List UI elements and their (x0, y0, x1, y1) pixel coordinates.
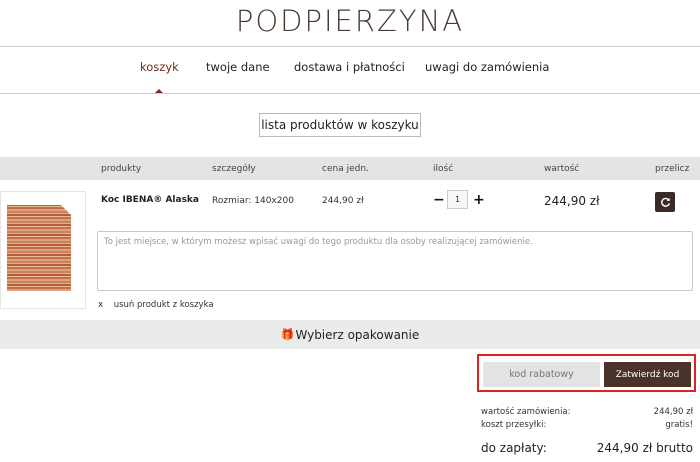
shipping-row: koszt przesyłki: gratis! (481, 420, 693, 432)
discount-code-box: Zatwierdź kod (477, 354, 696, 392)
remove-x-icon: x (98, 300, 104, 310)
total-row: do zapłaty: 244,90 zł brutto (481, 441, 693, 457)
column-header-details: szczegóły (212, 164, 256, 174)
step-your-data[interactable]: twoje dane (206, 60, 270, 74)
order-value-row: wartość zamówienia: 244,90 zł (481, 407, 693, 419)
column-header-value: wartość (544, 164, 580, 174)
cart-table-header: produkty szczegóły cena jedn. ilość wart… (0, 157, 700, 180)
discount-code-input[interactable] (483, 362, 600, 387)
product-image[interactable] (0, 191, 86, 309)
checkout-steps: koszyk twoje dane dostawa i płatności uw… (0, 60, 700, 80)
remove-product-label: usuń produkt z koszyka (113, 300, 214, 310)
blanket-image (7, 205, 71, 291)
step-order-notes[interactable]: uwagi do zamówienia (425, 60, 549, 74)
step-delivery-payment[interactable]: dostawa i płatności (294, 60, 405, 74)
column-header-unit-price: cena jedn. (322, 164, 369, 174)
refresh-icon (660, 197, 670, 207)
steps-divider (0, 93, 700, 94)
line-value: 244,90 zł (544, 194, 600, 208)
logo[interactable]: PODPIERZYNA (0, 4, 700, 38)
order-value-label: wartość zamówienia: (481, 407, 571, 417)
apply-code-button[interactable]: Zatwierdź kod (604, 362, 691, 387)
shipping-label: koszt przesyłki: (481, 420, 547, 430)
product-name[interactable]: Koc IBENA® Alaska (101, 195, 199, 205)
order-value: 244,90 zł (653, 407, 693, 417)
column-header-quantity: ilość (433, 164, 454, 174)
recalculate-button[interactable] (655, 192, 675, 212)
header-divider (0, 46, 700, 47)
remove-product-link[interactable]: x usuń produkt z koszyka (98, 300, 214, 310)
gift-icon: 🎁 (280, 328, 295, 341)
choose-packaging-bar[interactable]: 🎁 Wybierz opakowanie (0, 320, 700, 349)
section-title: lista produktów w koszyku (259, 113, 421, 137)
choose-packaging-label: Wybierz opakowanie (295, 327, 420, 342)
quantity-input[interactable]: 1 (447, 190, 468, 209)
product-note-field[interactable] (97, 231, 693, 291)
shipping-value: gratis! (665, 420, 693, 430)
total-label: do zapłaty: (481, 441, 547, 455)
product-details: Rozmiar: 140x200 (212, 196, 294, 206)
total-value: 244,90 zł brutto (596, 441, 693, 455)
quantity-decrease-button[interactable]: − (433, 192, 445, 208)
column-header-products: produkty (101, 164, 142, 174)
column-header-recalculate: przelicz (655, 164, 690, 174)
unit-price: 244,90 zł (322, 196, 364, 206)
step-cart[interactable]: koszyk (140, 60, 179, 74)
quantity-increase-button[interactable]: + (473, 192, 485, 208)
blanket-fold (61, 205, 71, 215)
